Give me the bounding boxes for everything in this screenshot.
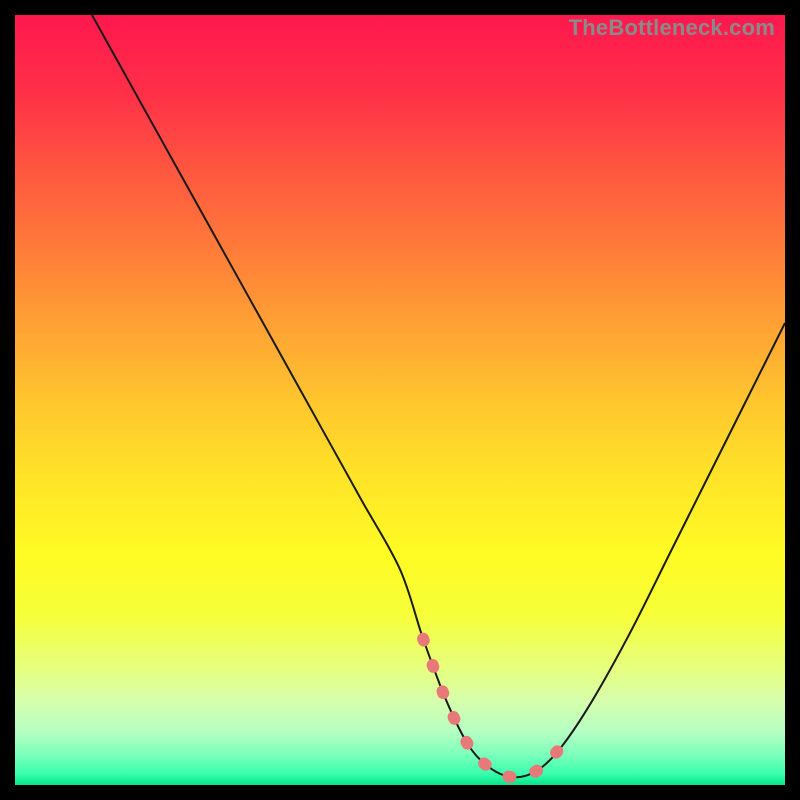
bottleneck-curve-svg (15, 15, 785, 785)
watermark-label: TheBottleneck.com (569, 15, 775, 41)
chart-frame: TheBottleneck.com (0, 0, 800, 800)
plot-area: TheBottleneck.com (15, 15, 785, 785)
valley-dash (423, 639, 562, 778)
bottleneck-curve (92, 15, 785, 777)
